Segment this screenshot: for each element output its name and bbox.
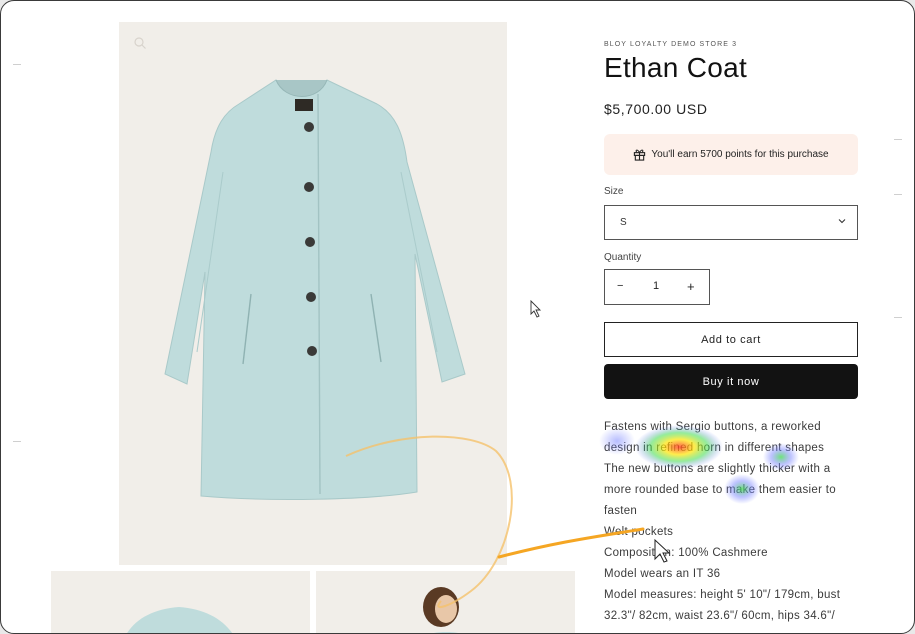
divider (894, 194, 902, 195)
size-label: Size (604, 186, 624, 197)
divider (894, 317, 902, 318)
cursor-icon (530, 299, 542, 318)
loyalty-points-banner: You'll earn 5700 points for this purchas… (604, 134, 858, 175)
chevron-down-icon (838, 219, 846, 224)
description-line: Fastens with Sergio buttons, a reworked (604, 421, 821, 433)
description-line: Composition: 100% Cashmere (604, 547, 768, 559)
product-description: Fastens with Sergio buttons, a reworked … (604, 417, 864, 627)
product-title: Ethan Coat (604, 52, 748, 83)
product-thumbnail[interactable] (316, 571, 575, 633)
product-thumbnail[interactable] (51, 571, 310, 633)
divider (13, 64, 21, 65)
product-main-image[interactable] (119, 22, 507, 565)
quantity-input[interactable]: 1 (653, 280, 659, 292)
description-line: Model measures: height 5' 10"/ 179cm, bu… (604, 589, 841, 601)
gift-icon (634, 149, 646, 161)
page-frame: BLOY LOYALTY DEMO STORE 3 Ethan Coat $5,… (0, 0, 915, 634)
add-to-cart-button[interactable]: Add to cart (604, 322, 858, 357)
description-line: fasten (604, 505, 638, 517)
quantity-increase-button[interactable]: + (687, 279, 695, 294)
divider (894, 139, 902, 140)
quantity-label: Quantity (604, 252, 642, 263)
description-line: design in refined horn in different shap… (604, 442, 825, 454)
model-thumbnail-image (423, 587, 459, 633)
product-price: $5,700.00 USD (604, 101, 708, 117)
divider (13, 441, 21, 442)
size-value: S (620, 217, 627, 228)
quantity-decrease-button[interactable]: − (617, 280, 623, 292)
description-line: Welt pockets (604, 526, 674, 538)
loyalty-message: You'll earn 5700 points for this purchas… (651, 149, 829, 160)
coat-thumbnail-image (127, 607, 233, 633)
description-line: 32.3"/ 82cm, waist 23.6"/ 60cm, hips 34.… (604, 610, 835, 622)
product-vendor: BLOY LOYALTY DEMO STORE 3 (604, 41, 738, 48)
buy-now-button[interactable]: Buy it now (604, 364, 858, 399)
description-line: Model wears an IT 36 (604, 568, 721, 580)
coat-illustration (164, 79, 466, 500)
description-line: The new buttons are slightly thicker wit… (604, 463, 831, 475)
description-line: more rounded base to make them easier to (604, 484, 836, 496)
quantity-stepper: − 1 + (604, 269, 710, 305)
size-select[interactable]: S (604, 205, 858, 240)
